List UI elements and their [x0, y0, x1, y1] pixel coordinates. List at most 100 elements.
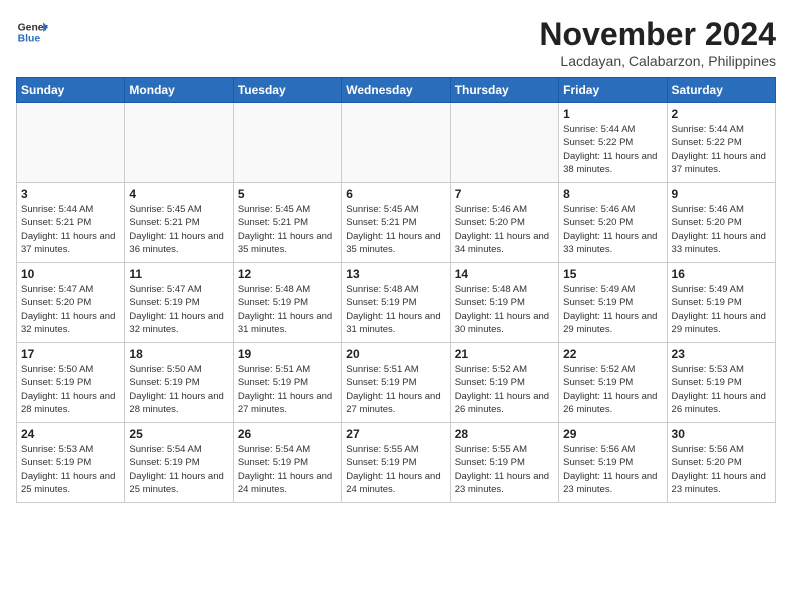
- calendar-day-cell: 25Sunrise: 5:54 AM Sunset: 5:19 PM Dayli…: [125, 423, 233, 503]
- calendar-week-row: 17 Sunrise: 5:50 AM Sunset: 5:19 PM Dayli…: [17, 343, 776, 423]
- calendar-day-cell: 24 Sunrise: 5:53 AM Sunset: 5:19 PM Dayli…: [17, 423, 125, 503]
- day-info: Sunrise: 5:53 AM Sunset: 5:19 PM Dayligh…: [21, 443, 120, 496]
- weekday-header-cell: Saturday: [667, 78, 775, 103]
- calendar-day-cell: 23Sunrise: 5:53 AM Sunset: 5:19 PM Dayli…: [667, 343, 775, 423]
- day-number: 12: [238, 267, 337, 281]
- calendar-day-cell: 26Sunrise: 5:54 AM Sunset: 5:19 PM Dayli…: [233, 423, 341, 503]
- calendar-day-cell: 2 Sunrise: 5:44 AM Sunset: 5:22 PM Daylig…: [667, 103, 775, 183]
- calendar-day-cell: 11 Sunrise: 5:47 AM Sunset: 5:19 PM Dayli…: [125, 263, 233, 343]
- weekday-header-cell: Friday: [559, 78, 667, 103]
- calendar-day-cell: [233, 103, 341, 183]
- day-number: 7: [455, 187, 554, 201]
- day-number: 15: [563, 267, 662, 281]
- day-number: 21: [455, 347, 554, 361]
- month-title: November 2024: [539, 16, 776, 53]
- logo: General Blue: [16, 16, 48, 48]
- weekday-header-cell: Sunday: [17, 78, 125, 103]
- calendar-day-cell: 13 Sunrise: 5:48 AM Sunset: 5:19 PM Dayli…: [342, 263, 450, 343]
- calendar-week-row: 1 Sunrise: 5:44 AM Sunset: 5:22 PM Daylig…: [17, 103, 776, 183]
- header: General Blue November 2024 Lacdayan, Cal…: [16, 16, 776, 69]
- day-info: Sunrise: 5:44 AM Sunset: 5:21 PM Dayligh…: [21, 203, 120, 256]
- day-number: 13: [346, 267, 445, 281]
- day-info: Sunrise: 5:48 AM Sunset: 5:19 PM Dayligh…: [346, 283, 445, 336]
- calendar-day-cell: 17 Sunrise: 5:50 AM Sunset: 5:19 PM Dayli…: [17, 343, 125, 423]
- day-info: Sunrise: 5:56 AM Sunset: 5:19 PM Dayligh…: [563, 443, 662, 496]
- day-info: Sunrise: 5:49 AM Sunset: 5:19 PM Dayligh…: [563, 283, 662, 336]
- day-info: Sunrise: 5:49 AM Sunset: 5:19 PM Dayligh…: [672, 283, 771, 336]
- weekday-header-cell: Monday: [125, 78, 233, 103]
- day-number: 5: [238, 187, 337, 201]
- calendar-day-cell: 12 Sunrise: 5:48 AM Sunset: 5:19 PM Dayli…: [233, 263, 341, 343]
- day-info: Sunrise: 5:46 AM Sunset: 5:20 PM Dayligh…: [563, 203, 662, 256]
- calendar-day-cell: 20 Sunrise: 5:51 AM Sunset: 5:19 PM Dayli…: [342, 343, 450, 423]
- day-number: 4: [129, 187, 228, 201]
- calendar-day-cell: 28Sunrise: 5:55 AM Sunset: 5:19 PM Dayli…: [450, 423, 558, 503]
- calendar-day-cell: 22Sunrise: 5:52 AM Sunset: 5:19 PM Dayli…: [559, 343, 667, 423]
- calendar-day-cell: 9 Sunrise: 5:46 AM Sunset: 5:20 PM Daylig…: [667, 183, 775, 263]
- day-number: 6: [346, 187, 445, 201]
- svg-text:Blue: Blue: [18, 34, 41, 45]
- logo-icon: General Blue: [16, 16, 48, 48]
- day-number: 22: [563, 347, 662, 361]
- day-number: 17: [21, 347, 120, 361]
- day-info: Sunrise: 5:56 AM Sunset: 5:20 PM Dayligh…: [672, 443, 771, 496]
- day-number: 2: [672, 107, 771, 121]
- calendar-day-cell: [450, 103, 558, 183]
- day-number: 18: [129, 347, 228, 361]
- calendar-body: 1 Sunrise: 5:44 AM Sunset: 5:22 PM Daylig…: [17, 103, 776, 503]
- calendar-day-cell: [342, 103, 450, 183]
- calendar-day-cell: [17, 103, 125, 183]
- calendar-day-cell: 8 Sunrise: 5:46 AM Sunset: 5:20 PM Daylig…: [559, 183, 667, 263]
- day-info: Sunrise: 5:47 AM Sunset: 5:19 PM Dayligh…: [129, 283, 228, 336]
- calendar-day-cell: 19Sunrise: 5:51 AM Sunset: 5:19 PM Dayli…: [233, 343, 341, 423]
- day-info: Sunrise: 5:46 AM Sunset: 5:20 PM Dayligh…: [672, 203, 771, 256]
- day-number: 20: [346, 347, 445, 361]
- calendar-day-cell: 15 Sunrise: 5:49 AM Sunset: 5:19 PM Dayli…: [559, 263, 667, 343]
- weekday-header-cell: Tuesday: [233, 78, 341, 103]
- day-info: Sunrise: 5:44 AM Sunset: 5:22 PM Dayligh…: [563, 123, 662, 176]
- calendar-day-cell: 18 Sunrise: 5:50 AM Sunset: 5:19 PM Dayli…: [125, 343, 233, 423]
- day-info: Sunrise: 5:45 AM Sunset: 5:21 PM Dayligh…: [238, 203, 337, 256]
- day-number: 29: [563, 427, 662, 441]
- day-number: 8: [563, 187, 662, 201]
- calendar-day-cell: 29 Sunrise: 5:56 AM Sunset: 5:19 PM Dayli…: [559, 423, 667, 503]
- day-number: 28: [455, 427, 554, 441]
- calendar-day-cell: 27 Sunrise: 5:55 AM Sunset: 5:19 PM Dayli…: [342, 423, 450, 503]
- day-number: 1: [563, 107, 662, 121]
- calendar-day-cell: [125, 103, 233, 183]
- weekday-header-cell: Thursday: [450, 78, 558, 103]
- day-info: Sunrise: 5:48 AM Sunset: 5:19 PM Dayligh…: [238, 283, 337, 336]
- day-info: Sunrise: 5:48 AM Sunset: 5:19 PM Dayligh…: [455, 283, 554, 336]
- day-number: 11: [129, 267, 228, 281]
- day-info: Sunrise: 5:45 AM Sunset: 5:21 PM Dayligh…: [129, 203, 228, 256]
- day-info: Sunrise: 5:45 AM Sunset: 5:21 PM Dayligh…: [346, 203, 445, 256]
- day-info: Sunrise: 5:55 AM Sunset: 5:19 PM Dayligh…: [346, 443, 445, 496]
- day-number: 16: [672, 267, 771, 281]
- day-number: 26: [238, 427, 337, 441]
- day-number: 3: [21, 187, 120, 201]
- calendar-day-cell: 5 Sunrise: 5:45 AM Sunset: 5:21 PM Daylig…: [233, 183, 341, 263]
- calendar-day-cell: 30 Sunrise: 5:56 AM Sunset: 5:20 PM Dayli…: [667, 423, 775, 503]
- day-info: Sunrise: 5:50 AM Sunset: 5:19 PM Dayligh…: [21, 363, 120, 416]
- day-info: Sunrise: 5:51 AM Sunset: 5:19 PM Dayligh…: [346, 363, 445, 416]
- calendar-day-cell: 21Sunrise: 5:52 AM Sunset: 5:19 PM Dayli…: [450, 343, 558, 423]
- day-number: 30: [672, 427, 771, 441]
- calendar-week-row: 10 Sunrise: 5:47 AM Sunset: 5:20 PM Dayli…: [17, 263, 776, 343]
- day-info: Sunrise: 5:51 AM Sunset: 5:19 PM Dayligh…: [238, 363, 337, 416]
- day-number: 14: [455, 267, 554, 281]
- day-info: Sunrise: 5:47 AM Sunset: 5:20 PM Dayligh…: [21, 283, 120, 336]
- calendar-week-row: 3 Sunrise: 5:44 AM Sunset: 5:21 PM Daylig…: [17, 183, 776, 263]
- weekday-header-cell: Wednesday: [342, 78, 450, 103]
- day-info: Sunrise: 5:50 AM Sunset: 5:19 PM Dayligh…: [129, 363, 228, 416]
- page: General Blue November 2024 Lacdayan, Cal…: [0, 0, 792, 519]
- day-info: Sunrise: 5:46 AM Sunset: 5:20 PM Dayligh…: [455, 203, 554, 256]
- day-number: 27: [346, 427, 445, 441]
- day-number: 10: [21, 267, 120, 281]
- day-info: Sunrise: 5:44 AM Sunset: 5:22 PM Dayligh…: [672, 123, 771, 176]
- calendar-day-cell: 16 Sunrise: 5:49 AM Sunset: 5:19 PM Dayli…: [667, 263, 775, 343]
- day-info: Sunrise: 5:54 AM Sunset: 5:19 PM Dayligh…: [129, 443, 228, 496]
- calendar-week-row: 24 Sunrise: 5:53 AM Sunset: 5:19 PM Dayli…: [17, 423, 776, 503]
- day-number: 9: [672, 187, 771, 201]
- day-number: 24: [21, 427, 120, 441]
- calendar-day-cell: 14 Sunrise: 5:48 AM Sunset: 5:19 PM Dayli…: [450, 263, 558, 343]
